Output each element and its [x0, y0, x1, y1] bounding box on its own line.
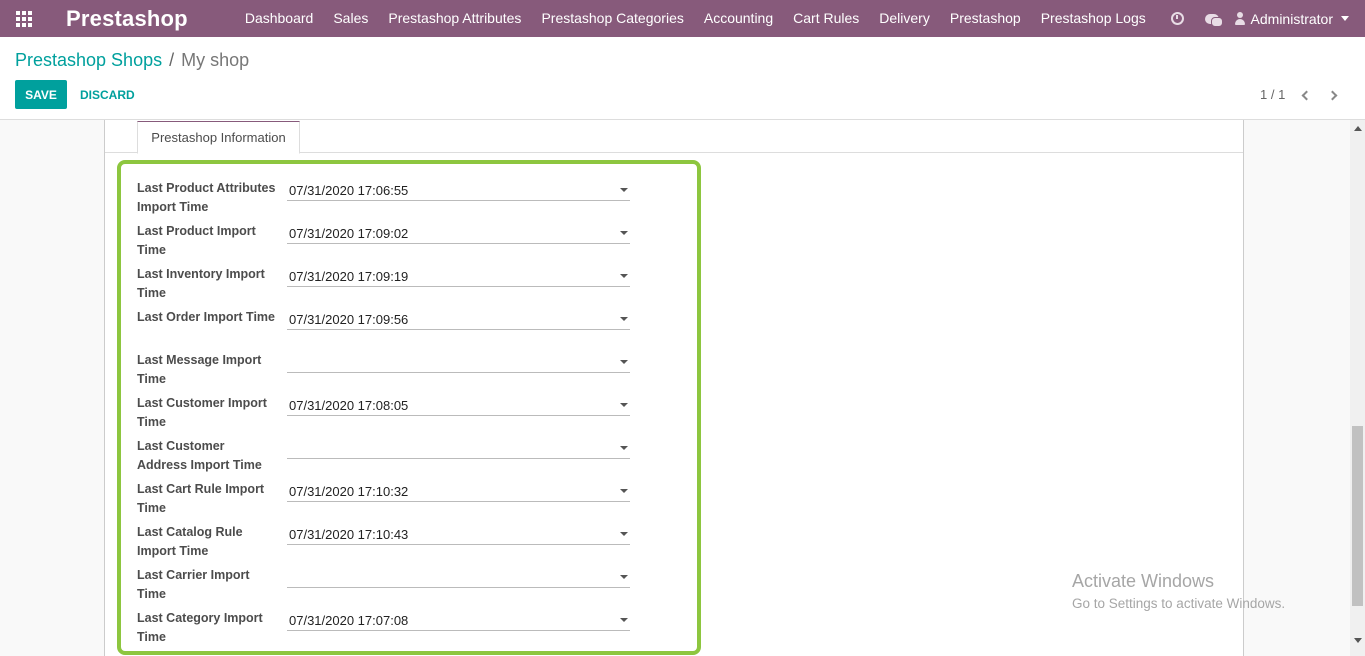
- caret-down-icon: [620, 446, 628, 450]
- field-label-product-attributes-import: Last Product Attributes Import Time: [137, 181, 276, 214]
- field-label-carrier-import: Last Carrier Import Time: [137, 568, 250, 601]
- caret-down-icon: [620, 274, 628, 278]
- caret-down-icon: [620, 360, 628, 364]
- clock-icon[interactable]: [1161, 0, 1195, 37]
- datetime-input-cart-rule-import[interactable]: 07/31/2020 17:10:32: [287, 482, 630, 502]
- chat-icon[interactable]: [1195, 0, 1229, 37]
- datetime-input-catalog-rule-import[interactable]: 07/31/2020 17:10:43: [287, 525, 630, 545]
- caret-down-icon: [620, 231, 628, 235]
- pager-next-button[interactable]: [1325, 87, 1339, 103]
- menu-item-delivery[interactable]: Delivery: [869, 0, 940, 37]
- field-label-message-import: Last Message Import Time: [137, 353, 262, 386]
- caret-down-icon: [620, 489, 628, 493]
- field-value: 07/31/2020 17:09:56: [289, 312, 409, 327]
- tab-prestashop-information[interactable]: Prestashop Information: [137, 121, 300, 154]
- breadcrumb-current: My shop: [181, 50, 250, 70]
- scroll-down-arrow-icon[interactable]: [1354, 638, 1362, 643]
- caret-down-icon: [620, 532, 628, 536]
- menu-item-prestashop-categories[interactable]: Prestashop Categories: [531, 0, 693, 37]
- datetime-input-product-attributes-import[interactable]: 07/31/2020 17:06:55: [287, 181, 630, 201]
- discard-button[interactable]: DISCARD: [80, 80, 135, 109]
- breadcrumb: Prestashop Shops / My shop: [15, 50, 249, 71]
- pager-value[interactable]: 1 / 1: [1260, 87, 1285, 102]
- user-icon: [1234, 12, 1245, 25]
- breadcrumb-parent[interactable]: Prestashop Shops: [15, 50, 162, 71]
- field-value: 07/31/2020 17:09:19: [289, 269, 409, 284]
- field-value: 07/31/2020 17:10:32: [289, 484, 409, 499]
- field-label-customer-address-import: Last Customer Address Import Time: [137, 439, 262, 472]
- field-value: 07/31/2020 17:06:55: [289, 183, 409, 198]
- save-button[interactable]: SAVE: [15, 80, 67, 109]
- field-label-category-import: Last Category Import Time: [137, 611, 263, 644]
- field-value: 07/31/2020 17:07:08: [289, 613, 409, 628]
- field-label-inventory-import: Last Inventory Import Time: [137, 267, 265, 300]
- menu-item-accounting[interactable]: Accounting: [694, 0, 783, 37]
- field-label-product-import: Last Product Import Time: [137, 224, 256, 257]
- datetime-input-customer-import[interactable]: 07/31/2020 17:08:05: [287, 396, 630, 416]
- field-value: 07/31/2020 17:08:05: [289, 398, 409, 413]
- caret-down-icon: [620, 188, 628, 192]
- field-label-customer-import: Last Customer Import Time: [137, 396, 267, 429]
- chevron-right-icon: [1327, 90, 1337, 100]
- datetime-input-product-import[interactable]: 07/31/2020 17:09:02: [287, 224, 630, 244]
- scroll-thumb[interactable]: [1352, 426, 1363, 606]
- menu-item-cart-rules[interactable]: Cart Rules: [783, 0, 869, 37]
- top-navbar: Prestashop Dashboard Sales Prestashop At…: [0, 0, 1365, 37]
- caret-down-icon: [620, 618, 628, 622]
- notebook-tabs: Prestashop Information: [105, 120, 1243, 154]
- caret-down-icon: [620, 575, 628, 579]
- chevron-left-icon: [1301, 90, 1311, 100]
- pager-previous-button[interactable]: [1299, 87, 1313, 103]
- menu-item-prestashop[interactable]: Prestashop: [940, 0, 1031, 37]
- systray: Administrator: [1161, 0, 1365, 37]
- breadcrumb-separator: /: [169, 50, 175, 70]
- page-scrollbar[interactable]: [1350, 120, 1365, 656]
- caret-down-icon: [620, 403, 628, 407]
- field-label-cart-rule-import: Last Cart Rule Import Time: [137, 482, 265, 515]
- control-panel: Prestashop Shops / My shop SAVE DISCARD …: [0, 37, 1365, 120]
- watermark-subtitle: Go to Settings to activate Windows.: [1072, 596, 1286, 611]
- apps-grid-icon[interactable]: [0, 0, 48, 37]
- field-value: 07/31/2020 17:09:02: [289, 226, 409, 241]
- field-value: 07/31/2020 17:10:43: [289, 527, 409, 542]
- windows-activation-watermark: Activate Windows Go to Settings to activ…: [1072, 571, 1285, 611]
- datetime-input-inventory-import[interactable]: 07/31/2020 17:09:19: [287, 267, 630, 287]
- caret-down-icon: [620, 317, 628, 321]
- scroll-up-arrow-icon[interactable]: [1354, 126, 1362, 131]
- user-name: Administrator: [1250, 10, 1333, 27]
- brand-title[interactable]: Prestashop: [66, 6, 188, 32]
- datetime-input-order-import[interactable]: 07/31/2020 17:09:56: [287, 310, 630, 330]
- datetime-input-message-import[interactable]: [287, 353, 630, 373]
- datetime-input-carrier-import[interactable]: [287, 568, 630, 588]
- field-label-order-import: Last Order Import Time: [137, 310, 275, 324]
- watermark-title: Activate Windows: [1072, 571, 1215, 591]
- datetime-input-customer-address-import[interactable]: [287, 439, 630, 459]
- caret-down-icon: [1341, 16, 1349, 21]
- field-label-catalog-rule-import: Last Catalog Rule Import Time: [137, 525, 243, 558]
- user-menu[interactable]: Administrator: [1229, 11, 1365, 27]
- main-menu: Dashboard Sales Prestashop Attributes Pr…: [235, 0, 1156, 37]
- menu-item-sales[interactable]: Sales: [323, 0, 378, 37]
- menu-item-dashboard[interactable]: Dashboard: [235, 0, 324, 37]
- datetime-input-category-import[interactable]: 07/31/2020 17:07:08: [287, 611, 630, 631]
- menu-item-prestashop-attributes[interactable]: Prestashop Attributes: [378, 0, 531, 37]
- menu-item-prestashop-logs[interactable]: Prestashop Logs: [1031, 0, 1156, 37]
